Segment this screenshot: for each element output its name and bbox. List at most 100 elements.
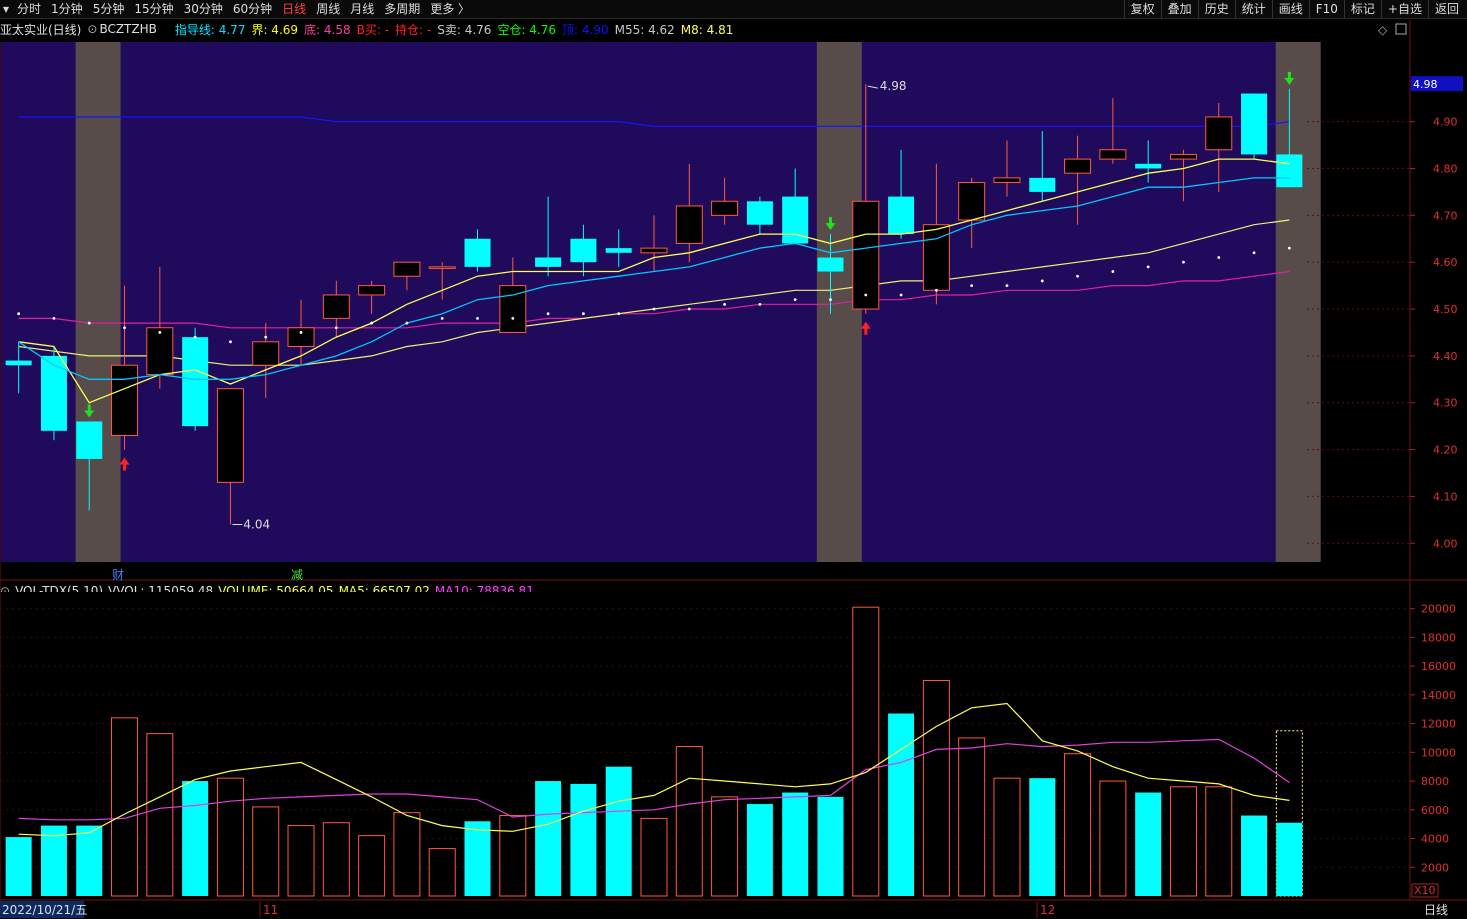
buy-arrow-icon bbox=[119, 457, 130, 471]
tab-period-5[interactable]: 60分钟 bbox=[228, 0, 277, 18]
toolbar-button-2[interactable]: 历史 bbox=[1197, 0, 1235, 18]
volume-unit-box bbox=[1411, 883, 1439, 898]
tab-period-3[interactable]: 15分钟 bbox=[129, 0, 178, 18]
indicator-item-7: 顶: 4.90 bbox=[562, 22, 609, 37]
volume-indicator-name[interactable]: VOL-TDX(5,10) bbox=[15, 584, 103, 598]
support-dot bbox=[793, 298, 797, 302]
support-dot bbox=[123, 326, 126, 330]
candle-body bbox=[1029, 177, 1056, 192]
indicator-item-3: B买: - bbox=[356, 22, 390, 37]
candle-body bbox=[111, 364, 139, 437]
support-dot bbox=[370, 321, 374, 325]
volume-ma5-line bbox=[18, 702, 1290, 837]
volume-tick-label: 12000 bbox=[1421, 718, 1456, 731]
volume-bar bbox=[852, 606, 880, 897]
tab-period-9[interactable]: 多周期 bbox=[379, 0, 425, 18]
tab-period-1[interactable]: 1分钟 bbox=[46, 0, 88, 18]
low-price-label: 4.04 bbox=[243, 518, 270, 532]
candle-body bbox=[40, 355, 67, 431]
reduce-event-marker: 减 bbox=[291, 568, 303, 582]
price-tick-label: 4.70 bbox=[1433, 209, 1458, 222]
support-dot bbox=[1182, 260, 1185, 264]
vvol-value: VVOL: 115059.48 bbox=[108, 584, 214, 598]
candle-body bbox=[393, 261, 421, 277]
volume-tick-label: 6000 bbox=[1421, 804, 1449, 817]
toolbar-button-8[interactable]: 返回 bbox=[1427, 0, 1465, 18]
volume-bar bbox=[1029, 778, 1056, 896]
volume-bar bbox=[499, 815, 527, 897]
sell-arrow-icon bbox=[84, 404, 95, 418]
volume-bar bbox=[1276, 822, 1303, 896]
price-panel-bg bbox=[1, 42, 1307, 562]
volume-menu-icon[interactable]: ⊙ bbox=[0, 584, 10, 598]
price-tick-label: 4.10 bbox=[1433, 490, 1458, 503]
support-dot bbox=[723, 302, 726, 306]
candle-body bbox=[852, 200, 880, 310]
volume-tick-label: 2000 bbox=[1421, 861, 1449, 874]
support-dot bbox=[546, 312, 550, 316]
candle-body bbox=[640, 247, 668, 254]
volume-bar bbox=[817, 796, 844, 896]
candle-body bbox=[428, 266, 456, 269]
toolbar-button-7[interactable]: +自选 bbox=[1380, 0, 1428, 18]
candle-body bbox=[1099, 149, 1127, 160]
support-dot bbox=[1005, 284, 1009, 288]
volume-bar bbox=[76, 825, 103, 896]
ma55-line bbox=[18, 219, 1290, 366]
support-dot bbox=[264, 335, 268, 339]
kline-chart[interactable]: 4.90 4.80 4.70 4.60 4.50 4.40 4.30 4.20 4.10 4.00… bbox=[0, 0, 1467, 919]
toolbar-button-1[interactable]: 叠加 bbox=[1160, 0, 1198, 18]
tab-period-0[interactable]: 分时 bbox=[12, 0, 46, 18]
toolbar-button-6[interactable]: 标记 bbox=[1343, 0, 1381, 18]
volume-ma10-line bbox=[18, 738, 1290, 821]
ma8-line bbox=[18, 158, 1290, 404]
candle-body bbox=[499, 285, 527, 333]
volume-tick-label: 10000 bbox=[1421, 746, 1456, 759]
support-dot bbox=[864, 293, 868, 297]
signal-shade-0 bbox=[75, 42, 121, 562]
period-toolbar: ▾ 分时 1分钟 5分钟 15分钟 30分钟 60分钟 日线 周线 月线 多周期 更多 〉 复权 叠加… bbox=[0, 0, 1467, 19]
month-label-11: 11 bbox=[263, 903, 278, 917]
buy-arrow-icon bbox=[860, 321, 871, 335]
tab-period-6[interactable]: 日线 bbox=[277, 0, 311, 18]
toolbar-button-5[interactable]: F10 bbox=[1308, 0, 1344, 18]
candle-body bbox=[922, 224, 950, 291]
price-tick-label: 4.60 bbox=[1433, 256, 1458, 269]
candle-body bbox=[358, 285, 386, 296]
month-label-12: 12 bbox=[1040, 903, 1055, 917]
support-dot bbox=[758, 302, 762, 306]
high-pointer bbox=[867, 85, 878, 89]
support-dot bbox=[334, 326, 338, 330]
indicator-item-8: M55: 4.62 bbox=[614, 22, 675, 37]
ma10-value: MA10: 78836.81 bbox=[434, 584, 534, 598]
indicator-values: 指导线: 4.77 界: 4.69 底: 4.58 B买: - 持仓: - S卖: 4.7… bbox=[175, 21, 740, 38]
tab-period-4[interactable]: 30分钟 bbox=[179, 0, 228, 18]
price-tick-label: 4.00 bbox=[1433, 537, 1458, 550]
menu-icon[interactable]: ▾ bbox=[0, 0, 12, 18]
candle-body bbox=[252, 341, 280, 366]
support-dot bbox=[440, 316, 444, 320]
tab-period-10[interactable]: 更多 〉 bbox=[425, 0, 475, 18]
candle-body bbox=[958, 182, 986, 221]
volume-bar bbox=[358, 835, 386, 897]
candle-body bbox=[570, 238, 597, 263]
volume-bar bbox=[1099, 780, 1127, 897]
toolbar-button-0[interactable]: 复权 bbox=[1123, 0, 1161, 18]
toolbar-button-3[interactable]: 统计 bbox=[1234, 0, 1272, 18]
tab-period-8[interactable]: 月线 bbox=[345, 0, 379, 18]
signal-shade-1 bbox=[816, 42, 862, 562]
date-strip-bg bbox=[0, 900, 1467, 919]
tab-period-7[interactable]: 周线 bbox=[311, 0, 345, 18]
candle-body bbox=[1169, 153, 1197, 160]
tab-period-2[interactable]: 5分钟 bbox=[88, 0, 130, 18]
volume-bar bbox=[1064, 753, 1092, 897]
volume-bar bbox=[535, 781, 562, 896]
toolbar-button-4[interactable]: 画线 bbox=[1271, 0, 1309, 18]
support-dot bbox=[476, 316, 479, 320]
support-dot bbox=[52, 316, 56, 320]
indicator-name[interactable]: BCZTZHB bbox=[99, 22, 156, 36]
candle-body bbox=[1064, 158, 1092, 174]
indicator-menu-icon[interactable]: ⊙ bbox=[87, 22, 97, 36]
candle-body bbox=[1205, 116, 1233, 151]
sell-arrow-icon bbox=[1284, 71, 1295, 85]
